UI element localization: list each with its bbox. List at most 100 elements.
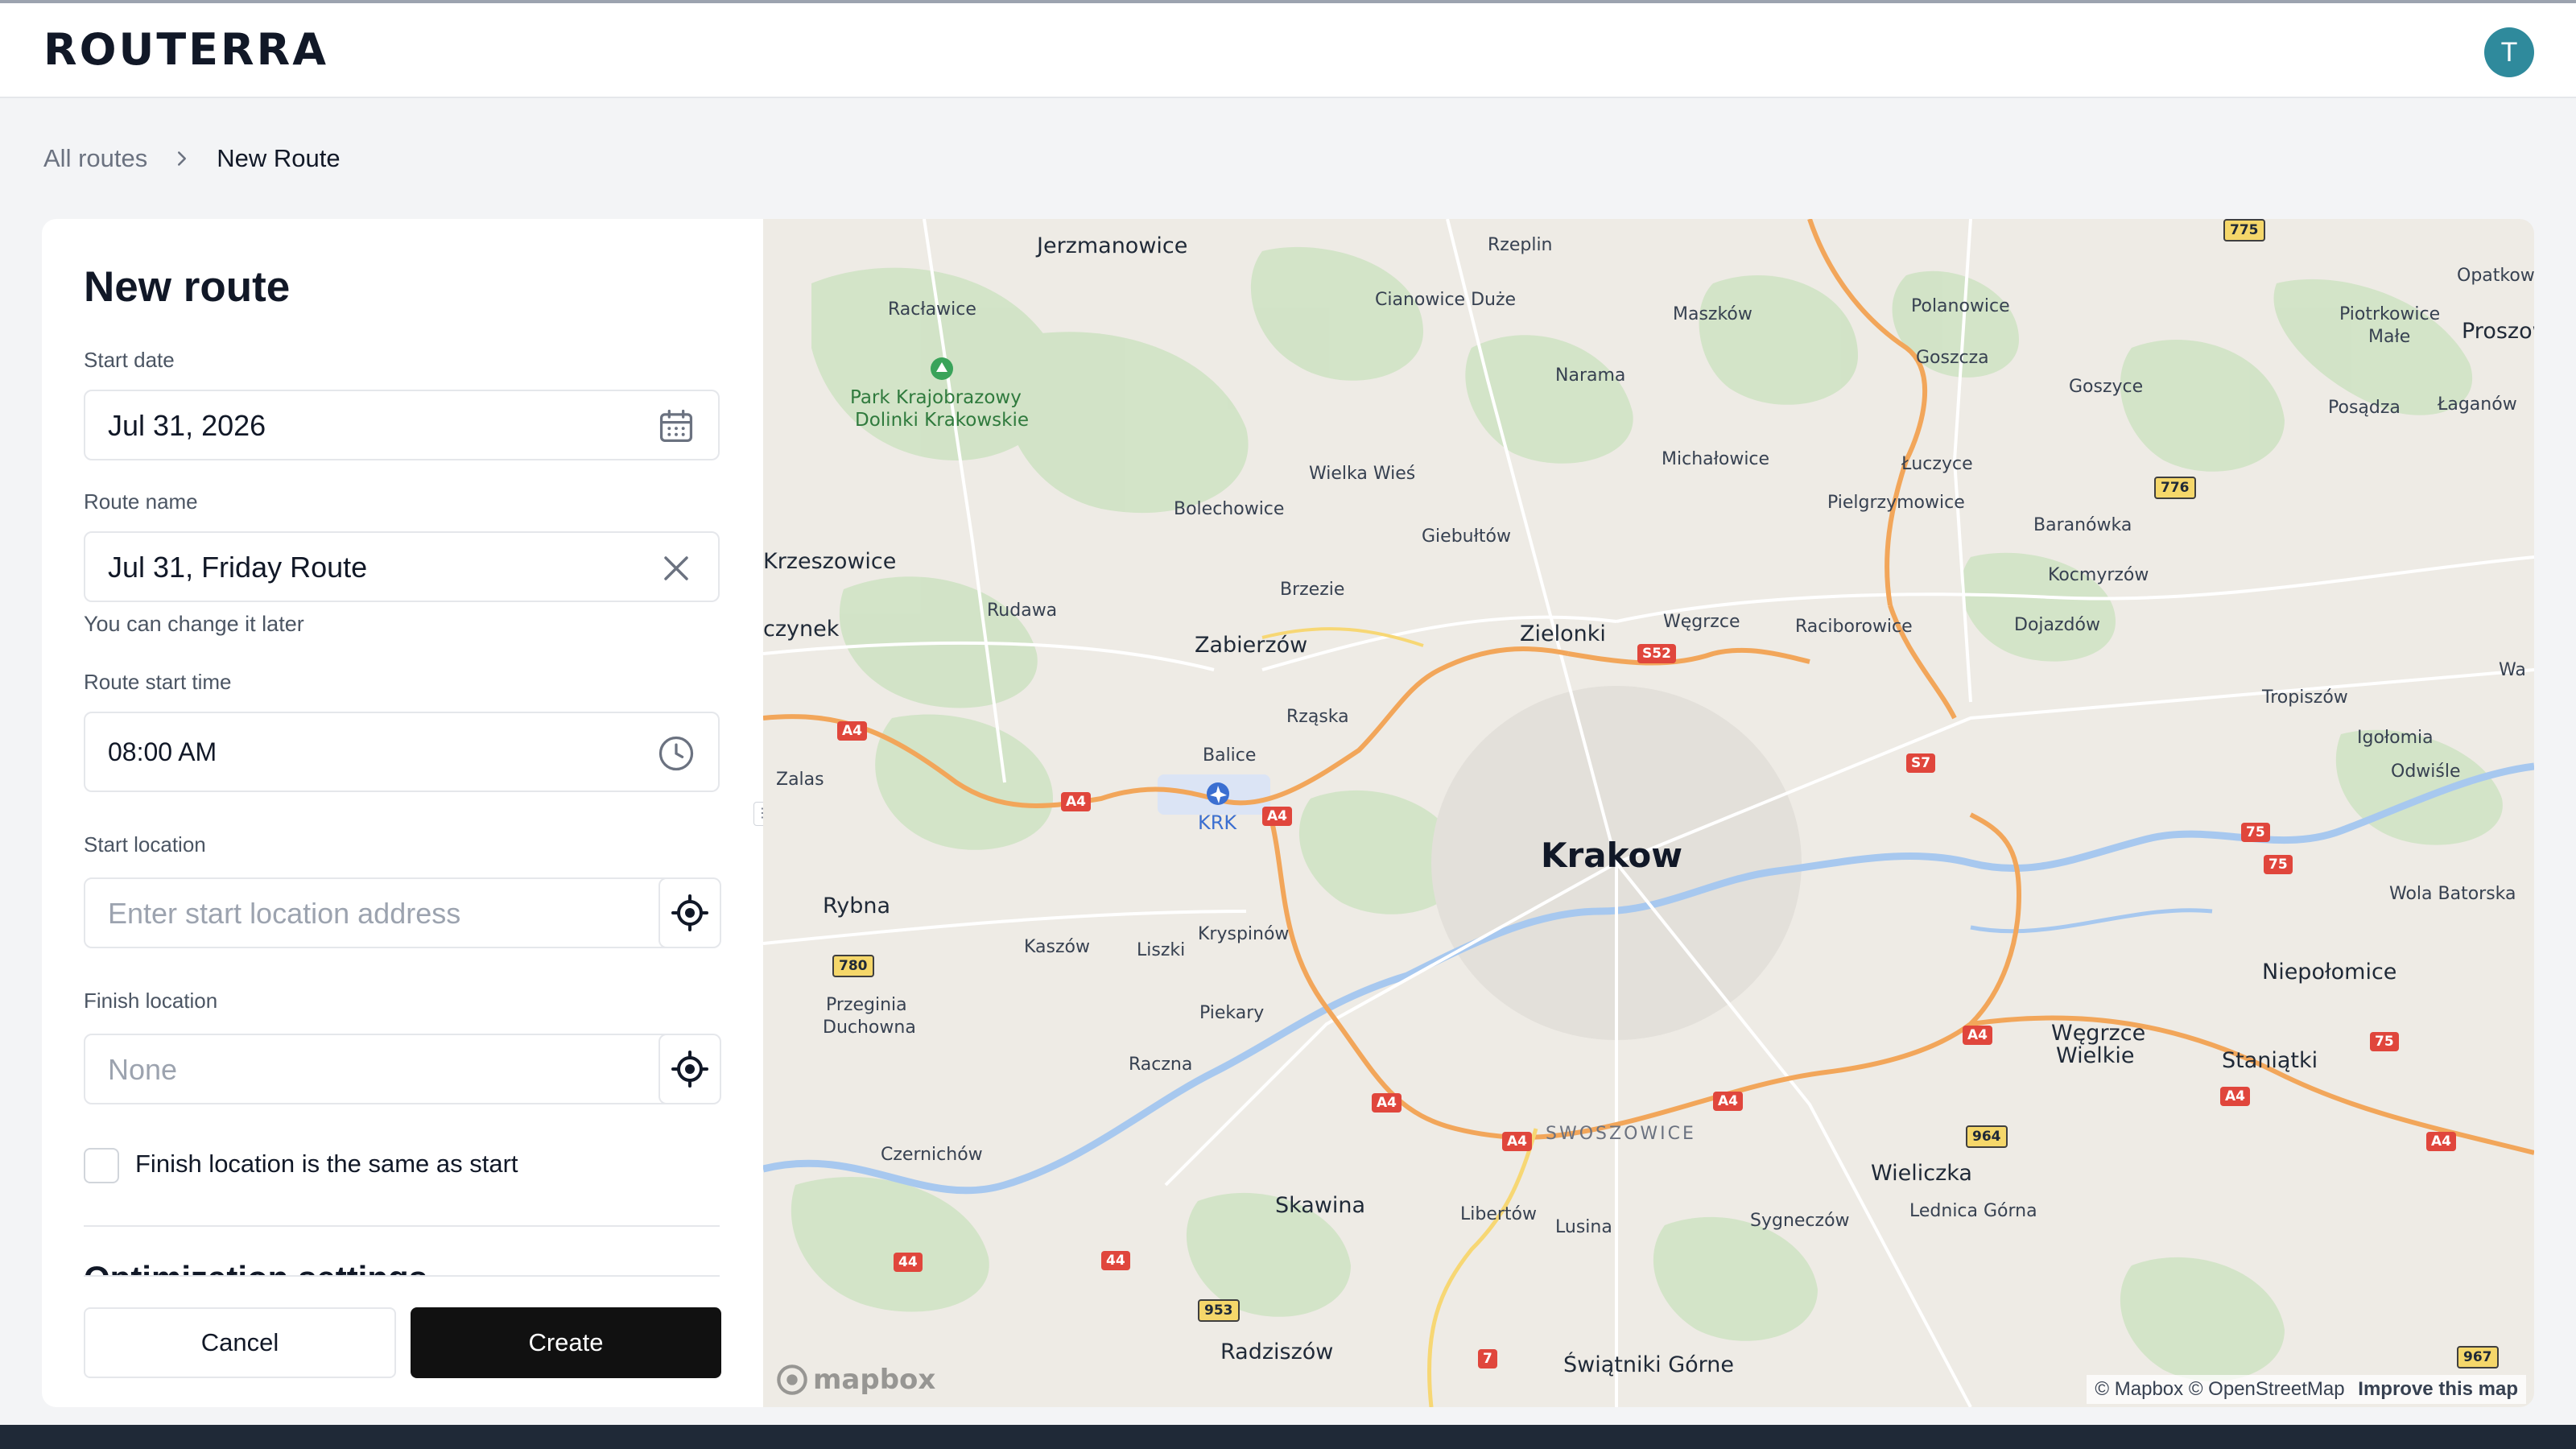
map-label: Narama (1555, 365, 1626, 386)
app-header: ROUTERRA T (0, 0, 2576, 98)
mapbox-logo-text: mapbox (813, 1364, 936, 1396)
map-view[interactable]: Jerzmanowice Racławice Park Krajobrazowy… (763, 219, 2534, 1407)
start-time-input[interactable]: 08:00 AM (84, 712, 720, 792)
route-name-input[interactable]: Jul 31, Friday Route (84, 531, 720, 602)
map-label: Lednica Górna (1909, 1201, 2037, 1221)
map-label: Duchowna (823, 1018, 916, 1038)
map-label: Dojazdów (2014, 615, 2100, 635)
same-as-start-checkbox[interactable] (84, 1148, 119, 1183)
road-shield: A4 (1963, 1026, 1992, 1045)
map-label: Łaganów (2438, 394, 2517, 415)
map-label: Piekary (1199, 1003, 1265, 1023)
road-shield: A4 (1372, 1093, 1402, 1113)
route-name-helper: You can change it later (84, 612, 304, 636)
optimization-settings-title: Optimization settings (84, 1259, 427, 1275)
section-divider (84, 1225, 720, 1227)
road-shield: 964 (1966, 1125, 2008, 1148)
chevron-right-icon (178, 151, 187, 166)
app-logo[interactable]: ROUTERRA (43, 24, 328, 75)
map-label: Krakow (1541, 836, 1683, 875)
map-label: Kryspinów (1198, 924, 1290, 944)
start-location-input[interactable]: Enter start location address (84, 877, 678, 948)
improve-map-link[interactable]: Improve this map (2358, 1378, 2518, 1400)
map-label: Michałowice (1662, 449, 1770, 469)
start-date-input[interactable]: Jul 31, 2026 (84, 390, 720, 460)
map-label: Skawina (1275, 1193, 1366, 1218)
map-label: Goszcza (1916, 348, 1989, 368)
start-time-value: 08:00 AM (108, 737, 217, 766)
finish-location-locate-button[interactable] (658, 1034, 721, 1104)
map-label: Wielkie (2056, 1043, 2135, 1068)
map-label: Kocmyrzów (2048, 565, 2149, 585)
map-label: Opatkowi (2457, 266, 2534, 286)
map-label: Racławice (888, 299, 976, 320)
form-scroll-area[interactable]: New route Start date Jul 31, 2026 Route … (42, 219, 763, 1275)
road-shield: 775 (2223, 219, 2265, 242)
map-label: Lusina (1555, 1217, 1612, 1237)
map-label: Wieliczka (1871, 1161, 1972, 1186)
map-base-layer (763, 219, 2534, 1407)
map-label: Przeginia (826, 995, 907, 1015)
mapbox-logo[interactable]: mapbox (776, 1364, 935, 1396)
road-shield: A4 (2426, 1132, 2456, 1151)
map-label: Staniątki (2222, 1048, 2318, 1073)
map-label: Czernichów (881, 1145, 983, 1165)
map-label: Igołomia (2357, 728, 2434, 748)
map-attribution: © Mapbox © OpenStreetMap Improve this ma… (2087, 1375, 2526, 1404)
road-shield: 75 (2241, 823, 2270, 842)
road-shield: 953 (1198, 1299, 1240, 1322)
map-label: Dolinki Krakowskie (855, 410, 1030, 431)
map-label: Liszki (1137, 940, 1186, 960)
map-label: Łuczyce (1901, 454, 1973, 474)
map-label: Posądza (2328, 398, 2401, 418)
road-shield: 780 (832, 955, 874, 977)
map-label: KRK (1198, 811, 1237, 834)
map-label: Brzezie (1280, 580, 1345, 600)
map-label: SWOSZOWICE (1546, 1124, 1696, 1144)
start-location-locate-button[interactable] (658, 877, 721, 948)
cancel-button[interactable]: Cancel (84, 1307, 396, 1378)
finish-location-label: Finish location (84, 989, 218, 1013)
road-shield: A4 (1713, 1092, 1743, 1111)
map-label: Rzeplin (1488, 235, 1553, 255)
road-shield: A4 (2220, 1087, 2250, 1106)
start-time-label: Route start time (84, 670, 232, 694)
breadcrumb-all-routes[interactable]: All routes (43, 144, 147, 173)
clock-icon[interactable] (655, 733, 697, 774)
window-bottom-edge (0, 1425, 2576, 1449)
road-shield: A4 (1262, 807, 1292, 826)
map-label: Niepołomice (2262, 960, 2397, 985)
clear-icon[interactable] (655, 547, 697, 589)
start-date-label: Start date (84, 348, 175, 372)
mapbox-logo-icon (777, 1364, 807, 1395)
finish-location-placeholder: None (108, 1053, 178, 1086)
start-location-label: Start location (84, 832, 206, 857)
road-shield: 776 (2154, 477, 2196, 499)
map-label: Maszków (1673, 304, 1752, 324)
footer-divider (84, 1275, 720, 1277)
map-label: Tropiszów (2262, 687, 2348, 708)
map-label: Małe (2368, 327, 2411, 347)
map-label: Kaszów (1024, 937, 1090, 957)
map-label: Raczna (1129, 1055, 1193, 1075)
map-label: Balice (1203, 745, 1257, 766)
user-avatar[interactable]: T (2484, 27, 2534, 77)
map-label: Baranówka (2033, 515, 2132, 535)
calendar-icon[interactable] (655, 406, 697, 448)
road-shield: 7 (1478, 1349, 1497, 1368)
road-shield: 44 (894, 1253, 923, 1272)
finish-location-input[interactable]: None (84, 1034, 678, 1104)
road-shield: 967 (2457, 1346, 2499, 1368)
same-as-start-label[interactable]: Finish location is the same as start (135, 1150, 518, 1179)
start-date-value: Jul 31, 2026 (108, 409, 266, 442)
map-label: Odwiśle (2391, 762, 2461, 782)
map-label: Świątniki Górne (1563, 1352, 1734, 1377)
create-button[interactable]: Create (411, 1307, 721, 1378)
map-label: Giebułtów (1422, 526, 1511, 547)
new-route-panel: New route Start date Jul 31, 2026 Route … (42, 219, 763, 1407)
map-label: Goszyce (2069, 377, 2144, 397)
attribution-text[interactable]: © Mapbox © OpenStreetMap (2095, 1378, 2344, 1400)
map-label: Piotrkowice (2339, 304, 2441, 324)
crosshair-icon (671, 894, 708, 931)
map-label: Sygneczów (1750, 1211, 1850, 1231)
